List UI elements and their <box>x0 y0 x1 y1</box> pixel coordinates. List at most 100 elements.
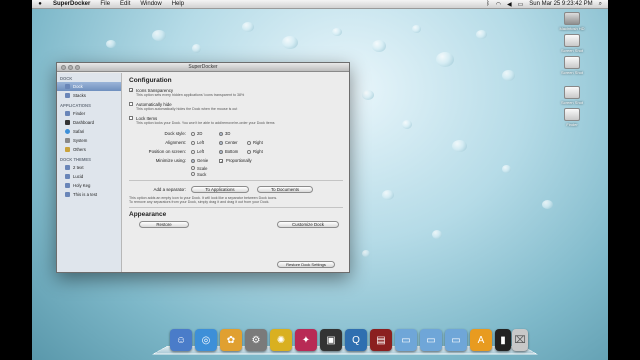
menu-help[interactable]: Help <box>167 1 189 7</box>
water-drop <box>372 40 386 52</box>
customize-dock-button[interactable]: Customize Dock <box>277 221 339 228</box>
spotlight-icon[interactable]: ⌕ <box>599 1 602 8</box>
desktop-icon-hd[interactable]: Macintosh HD <box>550 12 594 31</box>
dock-item-photos[interactable]: ✿ <box>220 329 242 351</box>
volume-icon[interactable]: ◀ <box>507 1 512 8</box>
sidebar-item-safari[interactable]: Safari <box>57 127 121 136</box>
dock-item-app[interactable]: ✦ <box>295 329 317 351</box>
window-titlebar[interactable]: SuperDocker <box>57 63 349 72</box>
sidebar-item-dock[interactable]: Dock <box>57 82 121 91</box>
dock-item-finder[interactable]: ☺ <box>170 329 192 351</box>
sidebar-item-dashboard[interactable]: Dashboard <box>57 118 121 127</box>
dock-item-book[interactable]: ▤ <box>370 329 392 351</box>
sidebar-item-theme-4[interactable]: This is a test <box>57 190 121 199</box>
lock-items-checkbox[interactable] <box>129 116 133 120</box>
dock-style-3d-radio[interactable]: 3D <box>219 131 247 136</box>
sidebar-item-finder[interactable]: Finder <box>57 109 121 118</box>
dock-item-quicktime[interactable]: Q <box>345 329 367 351</box>
position-left-radio[interactable]: Left <box>191 149 219 154</box>
sidebar-item-theme-2[interactable]: Lucid <box>57 172 121 181</box>
alignment-left-radio[interactable]: Left <box>191 140 219 145</box>
dock-item-screen[interactable]: ▣ <box>320 329 342 351</box>
position-right-radio[interactable]: Right <box>247 149 275 154</box>
minimize-suck-radio[interactable]: Suck <box>191 172 219 177</box>
add-separator-documents-button[interactable]: To Documents <box>257 185 313 193</box>
dock-item-sunflower[interactable]: ✺ <box>270 329 292 351</box>
lock-items-desc: This option locks your Dock. You won't b… <box>136 121 275 125</box>
dock-style-2d-radio[interactable]: 2D <box>191 131 219 136</box>
water-drop <box>106 40 116 48</box>
book-icon: ▤ <box>376 334 386 346</box>
appearance-buttons: Restore Customize Dock <box>129 221 343 228</box>
separator-row: Add a separator: To Applications To Docu… <box>129 184 343 194</box>
menu-edit[interactable]: Edit <box>115 1 135 7</box>
sidebar-item-others[interactable]: Others <box>57 145 121 154</box>
desktop-icon-screenshot-3[interactable]: Screen Shot <box>550 86 594 105</box>
theme-icon <box>65 165 70 170</box>
sidebar-item-stacks[interactable]: Stacks <box>57 91 121 100</box>
water-drop <box>502 70 515 81</box>
folder-icon: ▭ <box>426 334 436 346</box>
dock-item-settings[interactable]: ⚙ <box>245 329 267 351</box>
wifi-icon[interactable]: ◠ <box>496 1 501 8</box>
battery-icon[interactable]: ▭ <box>518 1 524 8</box>
dock-item-folder-2[interactable]: ▭ <box>420 329 442 351</box>
sidebar-item-theme-1[interactable]: 2 text <box>57 163 121 172</box>
dock-item-trash[interactable]: ⌧ <box>512 329 528 351</box>
dock-item-folder-3[interactable]: ▭ <box>445 329 467 351</box>
auto-hide-checkbox[interactable] <box>129 102 133 106</box>
dashboard-icon <box>65 120 70 125</box>
restore-dock-settings-button[interactable]: Restore Dock Settings <box>277 261 335 268</box>
alignment-right-radio[interactable]: Right <box>247 140 275 145</box>
menu-window[interactable]: Window <box>135 1 166 7</box>
water-drop <box>436 52 454 67</box>
zoom-window-icon[interactable] <box>75 65 80 70</box>
footer: Restore Dock Settings <box>277 253 335 271</box>
app-icon: ✦ <box>301 334 311 346</box>
dock-item-appstore[interactable]: A <box>470 329 492 351</box>
alignment-row: Alignment: Left Center Right <box>129 138 343 147</box>
menu-bar: ● SuperDocker File Edit Window Help ᛒ ◠ … <box>32 0 608 9</box>
position-bottom-radio[interactable]: Bottom <box>219 149 247 154</box>
window-title: SuperDocker <box>188 64 218 70</box>
apple-menu-icon[interactable]: ● <box>32 1 48 7</box>
image-file-icon <box>564 86 580 99</box>
water-drop <box>402 120 412 129</box>
menu-app-name[interactable]: SuperDocker <box>48 1 95 7</box>
dock-item-folder-1[interactable]: ▭ <box>395 329 417 351</box>
stacks-icon <box>65 93 70 98</box>
desktop-icon-screenshot-1[interactable]: Screen Shot <box>550 34 594 53</box>
sidebar-item-theme-3[interactable]: Holy Keg <box>57 181 121 190</box>
close-window-icon[interactable] <box>61 65 66 70</box>
sidebar-item-system[interactable]: System <box>57 136 121 145</box>
minimize-genie-radio[interactable]: Genie <box>191 158 219 163</box>
restore-button[interactable]: Restore <box>139 221 189 228</box>
menu-file[interactable]: File <box>95 1 115 7</box>
trash-icon: ⌧ <box>514 334 526 346</box>
alignment-center-radio[interactable]: Center <box>219 140 247 145</box>
water-drop <box>502 165 511 173</box>
icons-transparency-checkbox[interactable]: ✓ <box>129 88 133 93</box>
minimize-row: Minimize using: Genie ✓ Proportionally <box>129 156 343 165</box>
water-drop <box>412 25 421 33</box>
dock-item-safari[interactable]: ◎ <box>195 329 217 351</box>
minimize-scale-radio[interactable]: Scale <box>191 166 219 171</box>
water-drop <box>282 36 298 49</box>
water-drop <box>476 30 487 39</box>
bluetooth-icon[interactable]: ᛒ <box>486 1 490 7</box>
safari-icon: ◎ <box>201 334 211 346</box>
desktop: ● SuperDocker File Edit Window Help ᛒ ◠ … <box>32 0 608 360</box>
minimize-window-icon[interactable] <box>68 65 73 70</box>
add-separator-applications-button[interactable]: To Applications <box>191 185 249 193</box>
dock-item-terminal[interactable]: ▮ <box>495 329 511 351</box>
menu-clock[interactable]: Sun Mar 25 9:23:42 PM <box>529 1 592 7</box>
safari-icon <box>65 129 70 134</box>
image-file-icon <box>564 108 580 121</box>
sidebar: DOCK Dock Stacks APPLICATIONS Finder Das… <box>57 73 122 272</box>
position-row: Position on screen: Left Bottom Right <box>129 147 343 156</box>
settings-icon: ⚙ <box>251 334 261 346</box>
desktop-icon-screenshot-2[interactable]: Screen Shot <box>550 56 594 75</box>
minimize-row-3: Suck <box>129 171 343 177</box>
desktop-icon-screenshot-4[interactable]: Finder <box>550 108 594 127</box>
minimize-proportionally-checkbox[interactable]: ✓ Proportionally <box>219 158 263 163</box>
